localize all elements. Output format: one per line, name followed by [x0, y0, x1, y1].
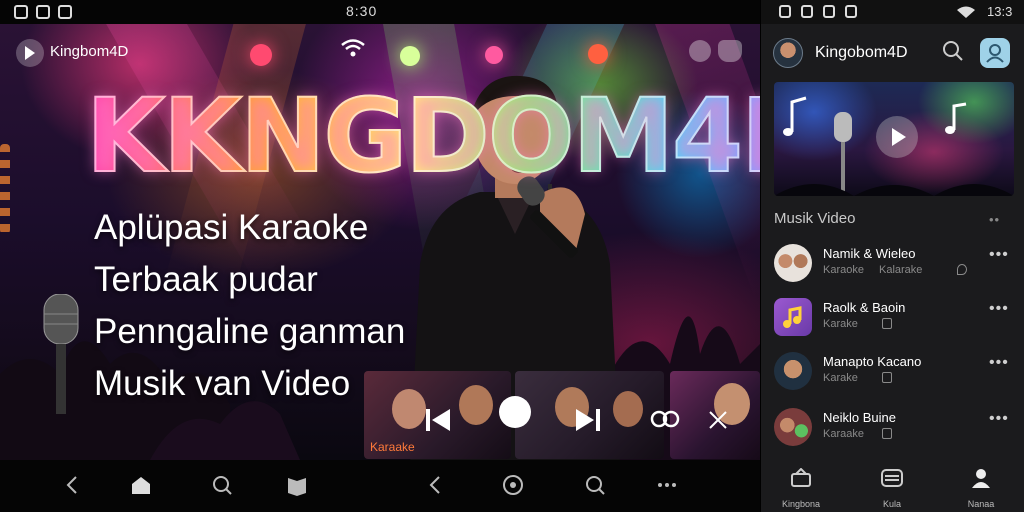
microphone-icon	[43, 294, 79, 414]
more-icon[interactable]	[656, 474, 678, 496]
item-subtitle: Kalarake	[879, 264, 923, 276]
play-button[interactable]	[499, 396, 531, 428]
nav-item-home[interactable]: Kingbona	[771, 467, 831, 509]
mic-icon	[957, 264, 967, 275]
avatar-icon[interactable]	[689, 40, 711, 62]
home-karaoke-icon	[791, 467, 811, 487]
thumbnail	[774, 352, 812, 390]
item-title: Neiklo Buine	[823, 410, 896, 425]
thumbnail	[774, 408, 812, 446]
nav-item-video[interactable]: Kula	[862, 468, 922, 509]
featured-banner[interactable]	[774, 82, 1014, 196]
carousel-caption: Karaake	[370, 440, 415, 454]
notification-icon	[14, 5, 28, 19]
close-icon[interactable]	[708, 410, 728, 430]
signal-icon	[957, 6, 975, 18]
list-item[interactable]: Neiklo Buine Karaake •••	[761, 404, 1024, 456]
video-icon	[882, 372, 892, 383]
section-title: Musik Video	[774, 210, 856, 227]
notification-icon	[823, 5, 835, 18]
status-bar-right: 13:3	[761, 0, 1024, 24]
library-icon[interactable]	[286, 474, 308, 496]
notification-icon	[779, 5, 791, 18]
tagline-line: Penngaline ganman	[94, 312, 406, 351]
user-icon[interactable]	[718, 40, 742, 62]
notification-icon	[36, 5, 50, 19]
back-icon[interactable]	[62, 474, 84, 496]
tagline-line: Terbaak pudar	[94, 260, 318, 299]
play-button[interactable]	[876, 116, 918, 158]
app-logo-icon[interactable]	[16, 39, 44, 67]
hero-title: KKNGDOM4D	[85, 85, 760, 189]
side-panel: 13:3 Kingobom4D Musik Video •• Namik & W…	[760, 0, 1024, 512]
item-subtitle: Karake	[823, 372, 858, 384]
stage-light	[0, 144, 10, 234]
link-icon[interactable]	[650, 409, 680, 429]
app-name: Kingbom4D	[50, 43, 129, 60]
user-icon	[986, 44, 1004, 63]
image-icon	[845, 5, 857, 18]
video-icon	[882, 428, 892, 439]
disc-icon[interactable]	[502, 474, 524, 496]
stage-light	[400, 46, 420, 66]
profile-button[interactable]	[980, 38, 1010, 68]
list-item[interactable]: Raolk & Baoin Karake •••	[761, 294, 1024, 346]
more-icon[interactable]: •••	[989, 300, 1009, 318]
more-icon[interactable]: •••	[989, 246, 1009, 264]
video-icon	[881, 469, 903, 487]
item-title: Namik & Wieleo	[823, 246, 916, 261]
item-subtitle: Karaake	[823, 428, 864, 440]
section-more[interactable]: ••	[989, 212, 1000, 227]
stage-light	[485, 46, 503, 64]
app-name: Kingobom4D	[815, 44, 908, 61]
item-title: Raolk & Baoin	[823, 300, 906, 315]
list-item[interactable]: Manapto Kacano Karake •••	[761, 348, 1024, 400]
status-time: 13:3	[987, 4, 1013, 19]
nav-label: Kula	[882, 499, 901, 509]
tagline-line: Aplüpasi Karaoke	[94, 208, 369, 247]
more-icon[interactable]: •••	[989, 410, 1009, 428]
status-time: 8:30	[346, 3, 378, 19]
profile-icon	[972, 469, 990, 488]
avatar[interactable]	[773, 38, 803, 68]
stage-light	[250, 44, 272, 66]
nav-label: Nanaa	[967, 499, 995, 509]
image-icon	[58, 5, 72, 19]
tagline-line: Musik van Video	[94, 364, 351, 403]
thumbnail	[774, 244, 812, 282]
search-icon[interactable]	[584, 474, 606, 496]
item-title: Manapto Kacano	[823, 354, 922, 369]
notification-icon	[801, 5, 813, 18]
panel-bottom-navigation: Kingbona Kula Nanaa	[761, 460, 1024, 512]
back-icon[interactable]	[425, 474, 447, 496]
home-icon[interactable]	[130, 474, 152, 496]
video-icon	[882, 318, 892, 329]
music-note-icon	[783, 306, 802, 328]
play-icon	[892, 128, 906, 146]
next-icon[interactable]	[576, 407, 600, 433]
wifi-icon	[341, 39, 365, 57]
item-subtitle: Karake	[823, 318, 858, 330]
search-icon[interactable]	[942, 40, 964, 62]
nav-label: Kingbona	[781, 499, 821, 509]
bottom-navigation	[0, 460, 760, 512]
status-bar-left: 8:30	[0, 0, 760, 24]
more-icon[interactable]: •••	[989, 354, 1009, 372]
previous-icon[interactable]	[426, 407, 450, 433]
hero-banner: Kingbom4D KKNGDOM4D Aplüpasi Karaoke Ter…	[0, 24, 760, 460]
search-icon[interactable]	[211, 474, 233, 496]
nav-item-profile[interactable]: Nanaa	[951, 468, 1011, 509]
thumbnail	[774, 298, 812, 336]
stage-light	[588, 44, 608, 64]
list-item[interactable]: Namik & Wieleo Karaoke Kalarake •••	[761, 240, 1024, 292]
item-subtitle: Karaoke	[823, 264, 864, 276]
